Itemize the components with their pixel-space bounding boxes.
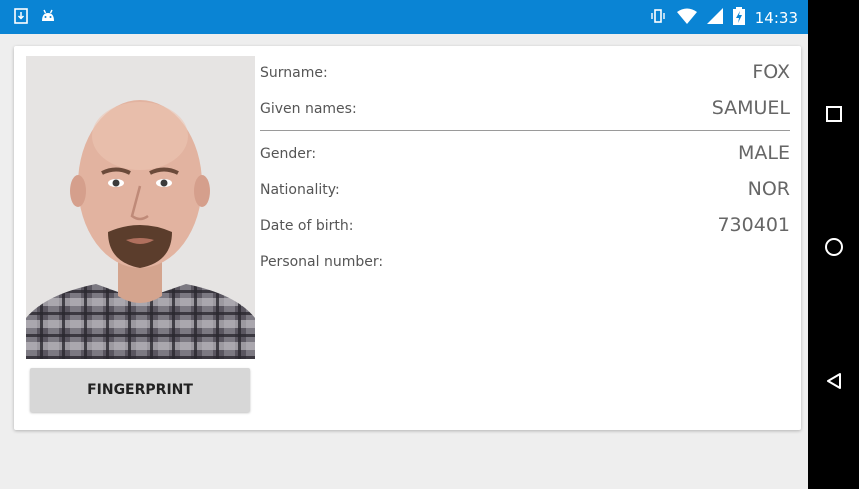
field-row-gender: Gender: MALE: [260, 137, 790, 173]
recents-button[interactable]: [808, 96, 859, 136]
field-row-personal-number: Personal number:: [260, 245, 790, 281]
nationality-label: Nationality:: [260, 182, 340, 198]
date-of-birth-value: 730401: [717, 214, 790, 236]
circle-icon: [824, 237, 844, 261]
wifi-icon: [676, 8, 697, 28]
signal-icon: [706, 8, 723, 28]
back-triangle-icon: [825, 372, 843, 394]
portrait-photo: [26, 56, 255, 359]
fingerprint-button[interactable]: FINGERPRINT: [30, 368, 250, 412]
field-row-given-names: Given names: SAMUEL: [260, 92, 790, 128]
field-row-nationality: Nationality: NOR: [260, 173, 790, 209]
vibrate-icon: [649, 8, 667, 28]
gender-label: Gender:: [260, 146, 317, 162]
given-names-value: SAMUEL: [711, 97, 790, 119]
back-button[interactable]: [808, 363, 859, 403]
given-names-label: Given names:: [260, 101, 357, 117]
gender-value: MALE: [738, 142, 790, 164]
surname-label: Surname:: [260, 65, 328, 81]
surname-value: FOX: [752, 61, 790, 83]
battery-charging-icon: [732, 7, 745, 29]
field-row-date-of-birth: Date of birth: 730401: [260, 209, 790, 245]
personal-data-fields: Surname: FOX Given names: SAMUEL Gender:…: [260, 56, 790, 281]
navigation-bar: [808, 0, 859, 489]
status-bar: 14:33: [0, 0, 808, 34]
nationality-value: NOR: [747, 178, 790, 200]
personal-number-label: Personal number:: [260, 254, 384, 270]
date-of-birth-label: Date of birth:: [260, 218, 354, 234]
clock: 14:33: [754, 9, 798, 27]
android-icon: [40, 8, 56, 28]
home-button[interactable]: [808, 229, 859, 269]
field-row-surname: Surname: FOX: [260, 56, 790, 92]
square-icon: [825, 105, 843, 127]
id-card: FINGERPRINT Surname: FOX Given names: SA…: [14, 46, 801, 430]
divider: [260, 130, 790, 131]
download-icon: [14, 8, 28, 28]
